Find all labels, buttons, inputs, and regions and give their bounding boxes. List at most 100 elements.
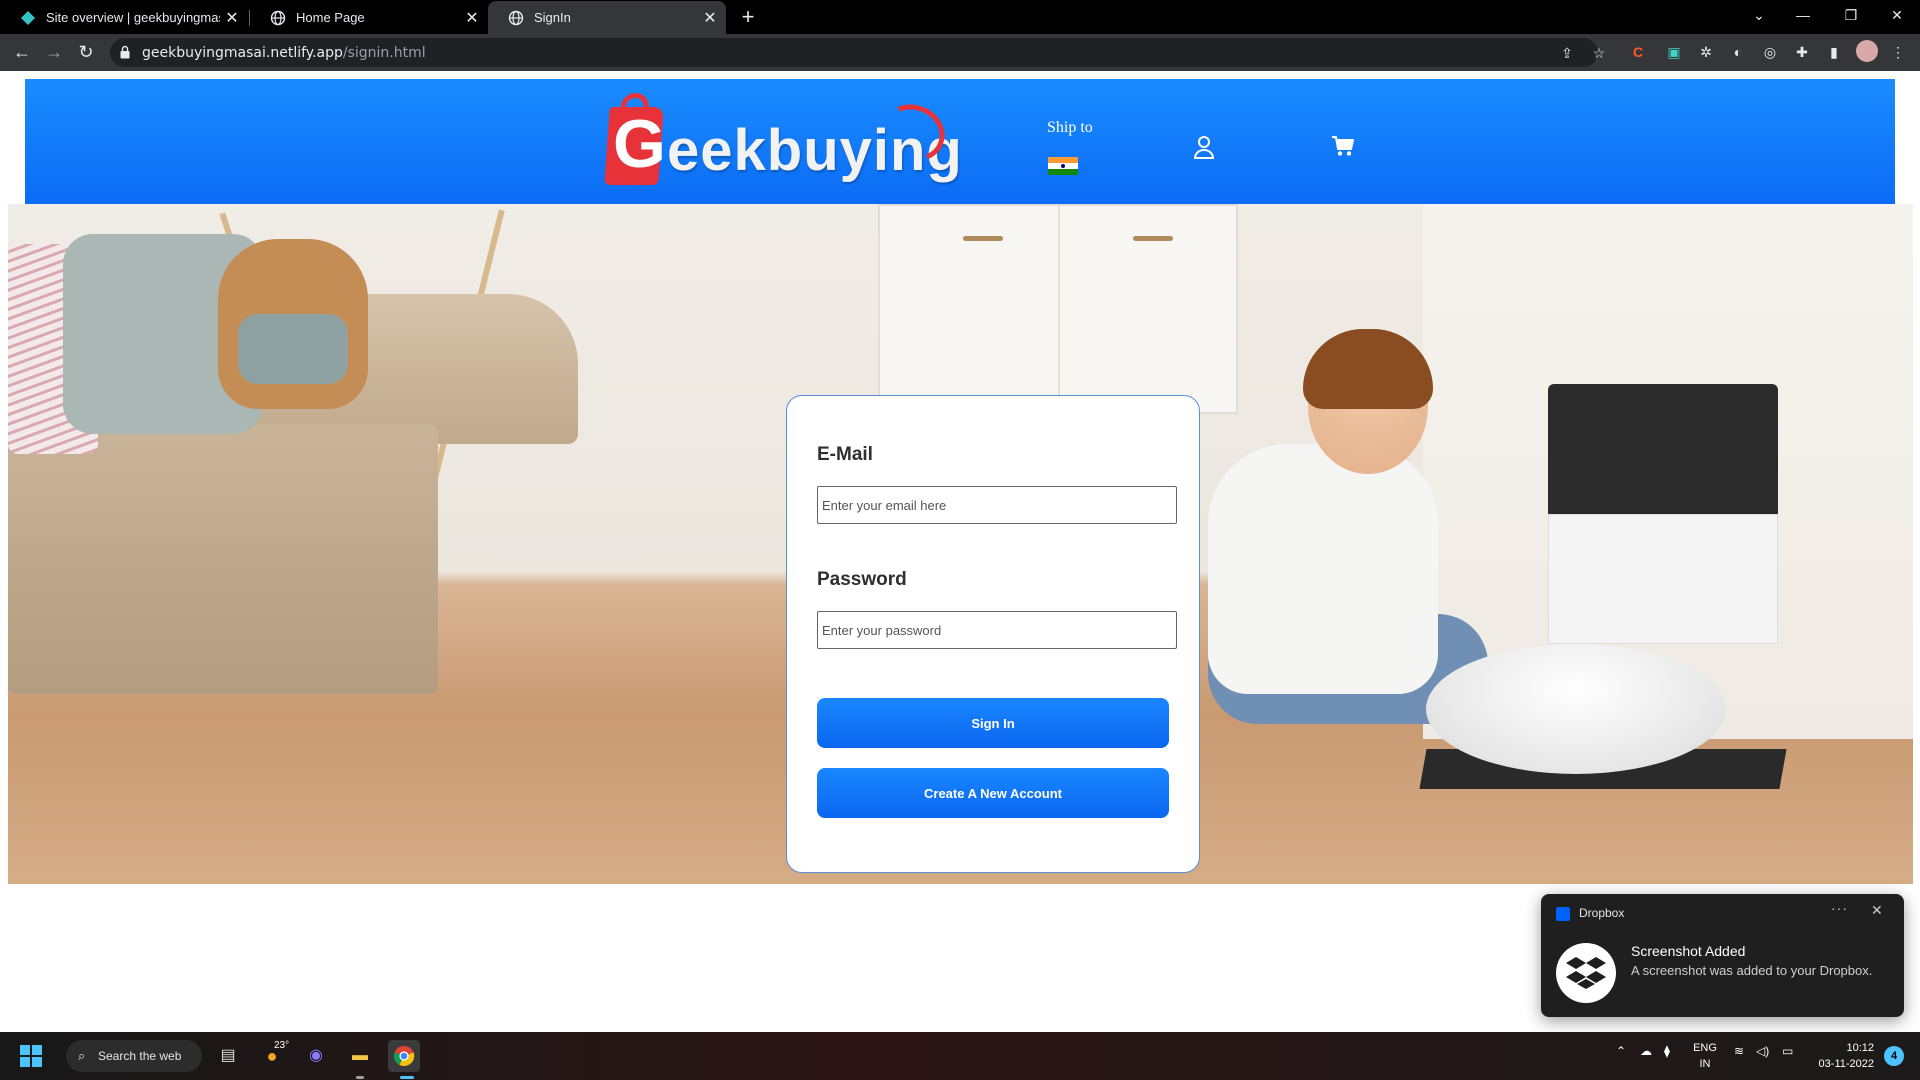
forward-arrow-icon[interactable]: → xyxy=(40,38,68,66)
close-icon[interactable]: ✕ xyxy=(1871,902,1883,919)
language-code: ENG xyxy=(1693,1042,1717,1054)
hero-child-hair xyxy=(1303,329,1433,409)
search-icon: ⌕ xyxy=(78,1048,86,1063)
clock-date: 03-11-2022 xyxy=(1818,1058,1874,1070)
side-panel-icon[interactable]: ▮ xyxy=(1824,42,1844,62)
tray-onedrive-icon[interactable]: ☁ xyxy=(1640,1044,1652,1058)
weather-widget[interactable]: ● 23° xyxy=(256,1040,290,1072)
extensions-puzzle-icon[interactable]: ✚ xyxy=(1792,42,1812,62)
taskbar-search-label: Search the web xyxy=(98,1049,182,1063)
tab-title: Site overview | geekbuyingmasai xyxy=(46,10,220,25)
site-header: G eekbuying Ship to xyxy=(25,79,1895,204)
windows-start-icon[interactable] xyxy=(20,1045,42,1067)
url-path: /signin.html xyxy=(342,45,426,61)
tab-site-overview[interactable]: Site overview | geekbuyingmasai ✕ xyxy=(0,1,248,34)
clock-time: 10:12 xyxy=(1846,1042,1874,1054)
tab-close-icon[interactable]: ✕ xyxy=(698,8,722,28)
url-text: geekbuyingmasai.netlify.app/signin.html xyxy=(142,45,426,61)
netlify-icon xyxy=(21,10,35,25)
dropbox-logo-icon xyxy=(1556,943,1616,1003)
running-indicator xyxy=(400,1076,414,1079)
extension-circle-icon[interactable]: ◐ xyxy=(1728,42,1748,62)
hero-banner-image: E-Mail Password Sign In Create A New Acc… xyxy=(8,204,1913,884)
start-tile xyxy=(32,1045,42,1055)
flag-white-stripe xyxy=(1048,163,1078,169)
restore-icon[interactable]: ❐ xyxy=(1828,0,1874,30)
geekbuying-logo[interactable]: G eekbuying xyxy=(581,91,971,191)
notification-body: A screenshot was added to your Dropbox. xyxy=(1631,963,1873,978)
create-account-button[interactable]: Create A New Account xyxy=(817,768,1169,818)
file-explorer-icon[interactable]: ▬ xyxy=(344,1040,376,1072)
browser-toolbar: ← → ↻ geekbuyingmasai.netlify.app/signin… xyxy=(0,34,1920,71)
dropbox-glyph xyxy=(1566,957,1606,989)
start-tile xyxy=(20,1057,30,1067)
menu-kebab-icon[interactable]: ⋮ xyxy=(1888,42,1908,62)
url-host: geekbuyingmasai.netlify.app xyxy=(142,45,343,61)
chrome-logo xyxy=(393,1045,415,1067)
password-field[interactable] xyxy=(817,611,1177,649)
tab-search-chevron-icon[interactable]: ⌄ xyxy=(1736,0,1782,30)
flag-chakra xyxy=(1061,164,1065,168)
notification-app-name: Dropbox xyxy=(1579,906,1625,920)
hero-robot-dock-top xyxy=(1548,384,1778,514)
tray-chevron-up-icon[interactable]: ⌃ xyxy=(1616,1044,1626,1058)
hero-cabinet-handle xyxy=(963,236,1003,241)
teams-chat-icon[interactable]: ◉ xyxy=(300,1040,332,1072)
window-close-icon[interactable]: ✕ xyxy=(1874,0,1920,30)
extension-c-icon[interactable]: C xyxy=(1628,42,1648,62)
minimize-icon[interactable]: — xyxy=(1780,0,1826,30)
battery-icon[interactable]: ▭ xyxy=(1782,1044,1793,1058)
tab-close-icon[interactable]: ✕ xyxy=(220,8,244,28)
web-page: G eekbuying Ship to E-Mail Enter your em… xyxy=(0,71,1920,1032)
volume-icon[interactable]: ◁) xyxy=(1756,1044,1769,1058)
browser-tab-strip: Site overview | geekbuyingmasai ✕ Home P… xyxy=(0,0,1920,34)
back-arrow-icon[interactable]: ← xyxy=(8,38,36,66)
dropbox-notification[interactable]: Dropbox ··· ✕ Screenshot Added A screens… xyxy=(1541,894,1904,1017)
logo-letter-g: G xyxy=(613,106,666,182)
tab-title: SignIn xyxy=(534,10,571,25)
india-flag-icon[interactable] xyxy=(1048,157,1078,175)
signin-button[interactable]: Sign In xyxy=(817,698,1169,748)
email-field[interactable] xyxy=(817,486,1177,524)
notification-title: Screenshot Added xyxy=(1631,943,1746,959)
hero-cabinet-handle xyxy=(1133,236,1173,241)
star-icon[interactable]: ☆ xyxy=(1590,44,1608,62)
globe-icon xyxy=(508,10,524,25)
system-clock[interactable]: 10:12 03-11-2022 xyxy=(1810,1040,1874,1072)
running-indicator xyxy=(356,1076,364,1079)
language-indicator[interactable]: ENG IN xyxy=(1690,1040,1720,1072)
language-region: IN xyxy=(1699,1058,1711,1070)
tray-dropbox-icon[interactable]: ⧫ xyxy=(1664,1044,1670,1058)
email-label: E-Mail xyxy=(817,444,873,465)
taskbar-search[interactable]: ⌕ Search the web xyxy=(66,1040,202,1072)
flag-green-stripe xyxy=(1048,169,1078,175)
weather-temp: 23° xyxy=(274,1040,290,1051)
cart-icon[interactable] xyxy=(1331,135,1355,157)
tab-home-page[interactable]: Home Page ✕ xyxy=(250,1,488,34)
extension-square-icon[interactable]: ▣ xyxy=(1664,42,1684,62)
extension-gear-icon[interactable]: ✲ xyxy=(1696,42,1716,62)
new-tab-button[interactable]: + xyxy=(734,3,762,31)
extension-target-icon[interactable]: ◎ xyxy=(1760,42,1780,62)
wifi-icon[interactable]: ≋ xyxy=(1734,1044,1744,1058)
windows-taskbar: ⌕ Search the web ▤ ● 23° ◉ ▬ ⌃ ☁ ⧫ ENG I… xyxy=(0,1032,1920,1080)
profile-avatar[interactable] xyxy=(1856,40,1878,62)
start-tile xyxy=(32,1057,42,1067)
dropbox-small-icon xyxy=(1556,907,1570,921)
hero-child-body xyxy=(1208,444,1438,694)
tab-close-icon[interactable]: ✕ xyxy=(460,8,484,28)
hero-teddy-shirt xyxy=(238,314,348,384)
task-view-icon[interactable]: ▤ xyxy=(212,1040,244,1072)
more-options-icon[interactable]: ··· xyxy=(1831,900,1848,916)
hero-robot-dock xyxy=(1548,514,1778,644)
user-icon[interactable] xyxy=(1193,135,1215,159)
tab-signin[interactable]: SignIn ✕ xyxy=(488,1,726,34)
address-bar[interactable]: geekbuyingmasai.netlify.app/signin.html … xyxy=(110,38,1605,67)
ship-to-label[interactable]: Ship to xyxy=(1047,119,1093,137)
globe-icon xyxy=(270,10,286,25)
chrome-icon[interactable] xyxy=(388,1040,420,1072)
password-label: Password xyxy=(817,569,907,590)
reload-icon[interactable]: ↻ xyxy=(72,38,100,66)
share-icon[interactable]: ⇪ xyxy=(1558,44,1576,62)
notification-count-badge[interactable]: 4 xyxy=(1884,1046,1904,1066)
